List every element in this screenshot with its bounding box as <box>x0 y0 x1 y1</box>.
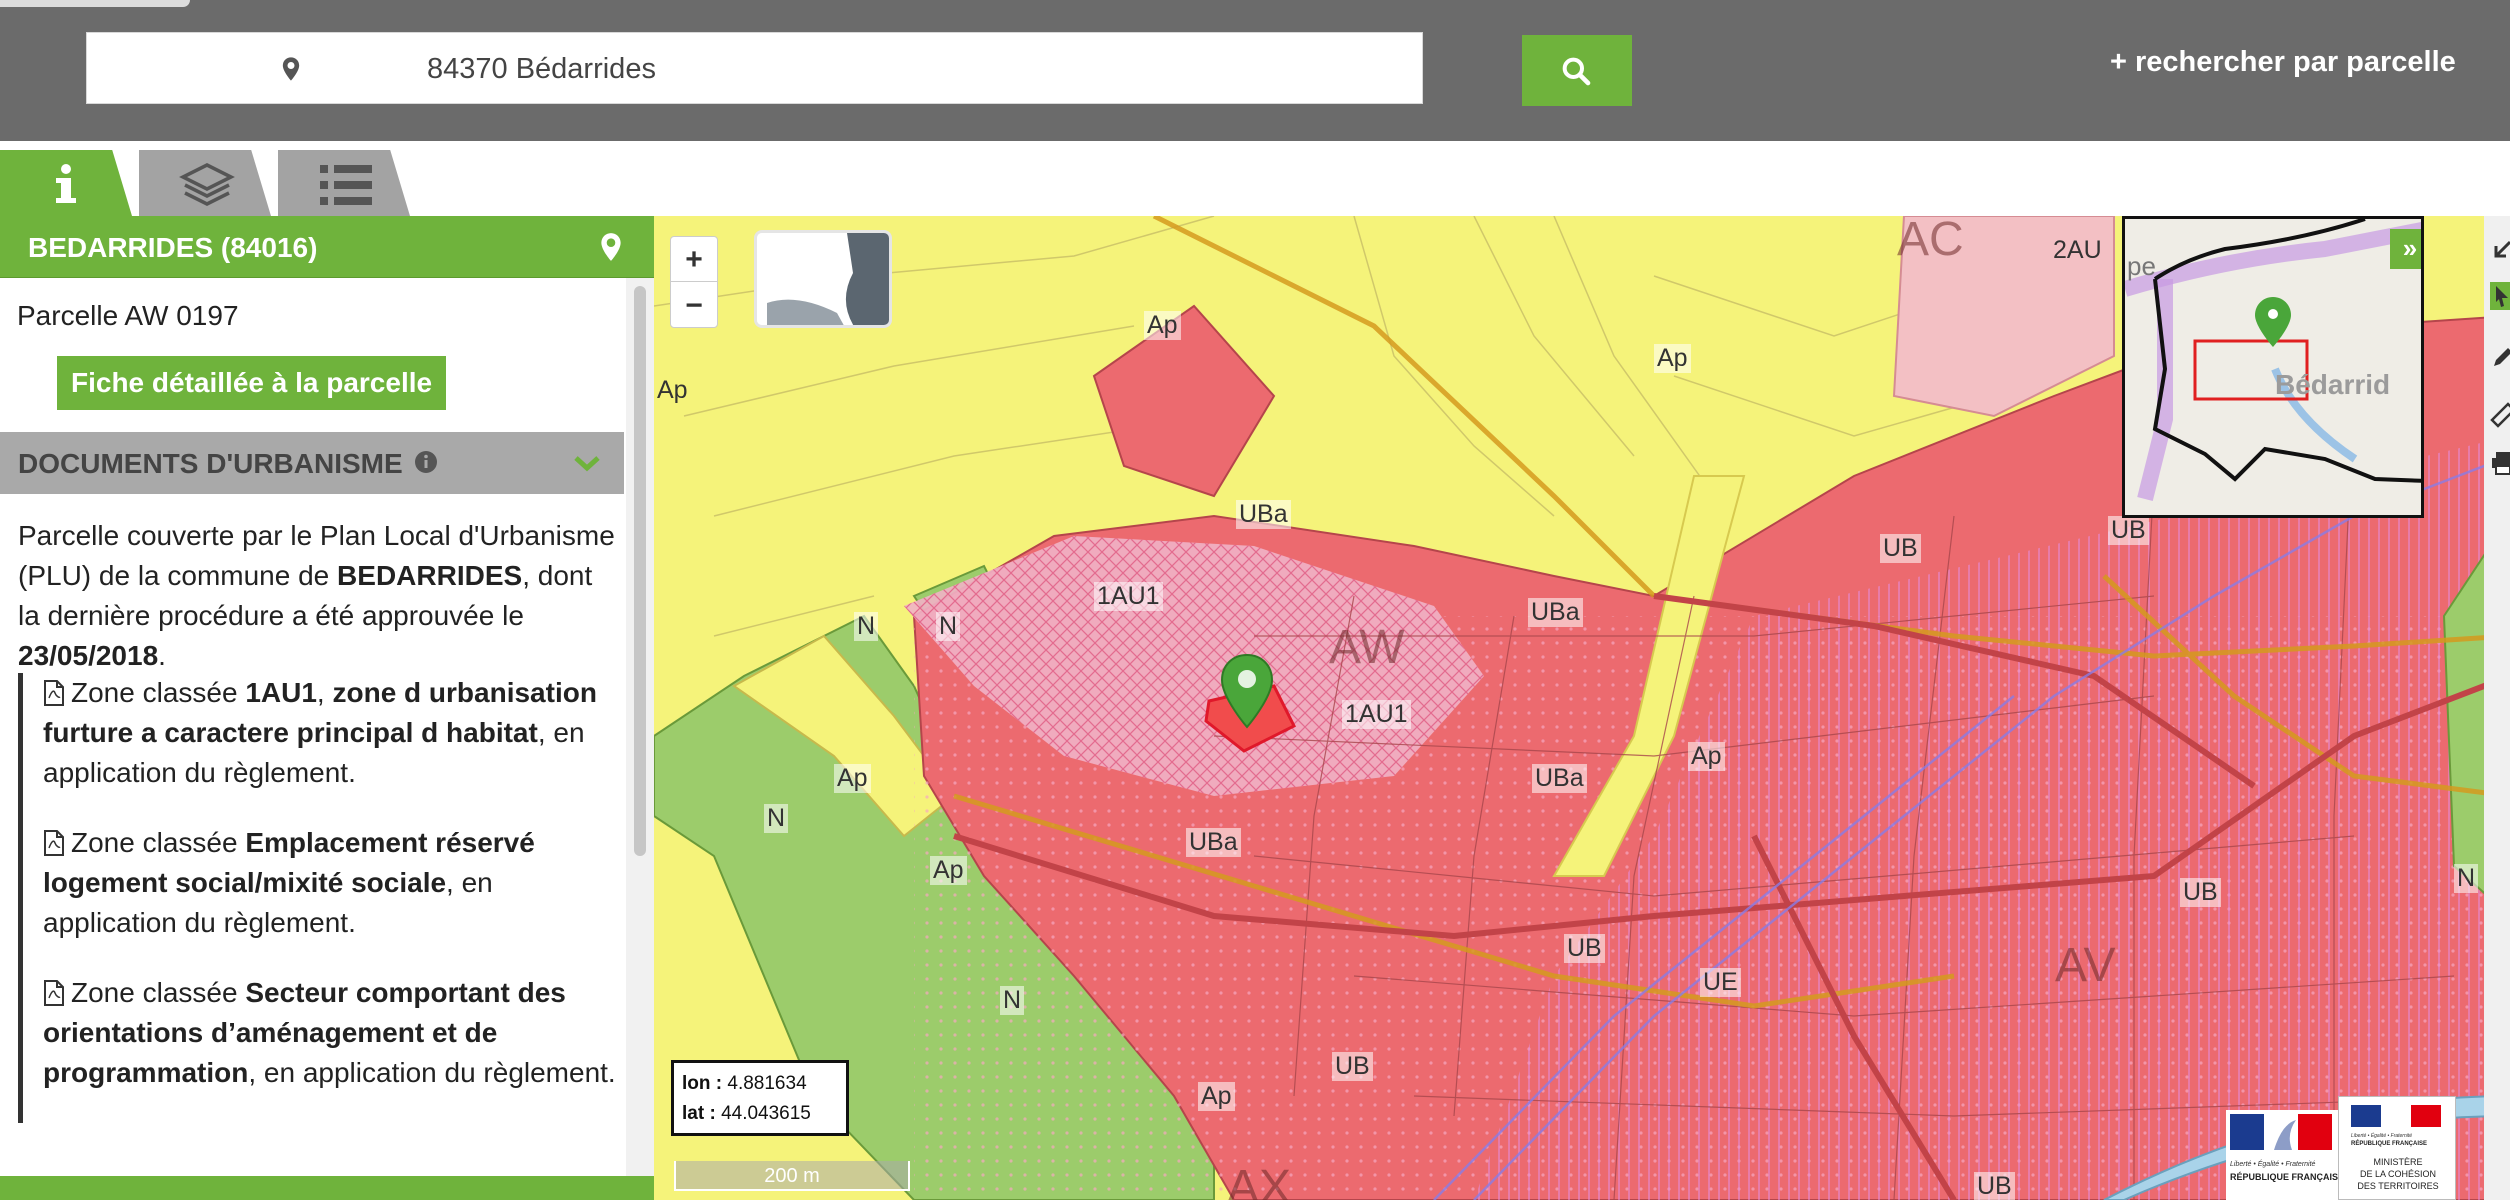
map-marker-icon <box>277 55 305 83</box>
latitude-value: 44.043615 <box>721 1103 811 1124</box>
zone-label-ub: UB <box>1564 934 1605 963</box>
minimap-collapse-button[interactable]: » <box>2390 229 2421 269</box>
zone-label-ap: Ap <box>930 856 967 885</box>
zone-label-n: N <box>764 804 789 833</box>
tab-info[interactable] <box>0 150 132 216</box>
zone-label-uba: UBa <box>1528 598 1583 627</box>
zone-label-ap: Ap <box>1654 344 1691 373</box>
zone-label-ue: UE <box>1700 968 1741 997</box>
info-panel: BEDARRIDES (84016) Parcelle AW 0197 Fich… <box>0 216 654 1200</box>
zone-label-n: N <box>1000 986 1025 1015</box>
longitude-value: 4.881634 <box>727 1073 807 1094</box>
zone-label-ap: Ap <box>657 376 688 404</box>
zoom-out-button[interactable]: − <box>671 283 717 328</box>
zoom-controls: + − <box>670 236 718 328</box>
urbanism-docs-header[interactable]: DOCUMENTS D'URBANISME <box>0 432 624 494</box>
ministere-logo-republique: RÉPUBLIQUE FRANÇAISE <box>2351 1139 2427 1147</box>
zone-label-ub: UB <box>1974 1172 2015 1200</box>
zone-label-uba: UBa <box>1532 764 1587 793</box>
parcel-id: Parcelle AW 0197 <box>17 300 239 331</box>
basemap-switcher[interactable] <box>754 230 892 328</box>
zone-list: Zone classée 1AU1, zone d urbanisation f… <box>18 673 622 1123</box>
ruler-icon[interactable] <box>2490 400 2510 428</box>
layers-icon <box>179 163 235 206</box>
zone-label-1au1: 1AU1 <box>1342 700 1411 729</box>
zone-label-n: N <box>854 612 879 641</box>
search-icon <box>1562 57 1591 86</box>
select-cursor-icon[interactable] <box>2490 282 2510 310</box>
zone-item[interactable]: Zone classée 1AU1, zone d urbanisation f… <box>43 673 622 793</box>
zone-label-ap: Ap <box>1688 742 1725 771</box>
commune-header: BEDARRIDES (84016) <box>0 216 654 278</box>
zone-label-uba: UBa <box>1236 500 1291 529</box>
print-icon[interactable] <box>2490 448 2510 476</box>
ministere-logo-line2: DE LA COHÉSION <box>2360 1169 2436 1179</box>
minimap-town-label: Bédarrid <box>2275 369 2391 400</box>
locate-icon[interactable] <box>598 232 624 267</box>
zone-label-uba: UBa <box>1186 828 1241 857</box>
zone-label-ub: UB <box>2108 516 2149 545</box>
republique-francaise-logo-name: RÉPUBLIQUE FRANÇAISE <box>2230 1172 2338 1182</box>
approval-date: 23/05/2018 <box>18 640 159 671</box>
collapse-arrow-icon[interactable] <box>2490 238 2510 266</box>
commune-title: BEDARRIDES (84016) <box>28 232 318 263</box>
zone-label-ap: Ap <box>1198 1082 1235 1111</box>
ministere-logo: Liberté • Égalité • Fraternité RÉPUBLIQU… <box>2338 1096 2456 1200</box>
zone-label-n: N <box>2454 864 2479 893</box>
search-button[interactable] <box>1522 35 1632 106</box>
list-icon <box>320 165 372 205</box>
zone-label-1au1: 1AU1 <box>1094 582 1163 611</box>
ministere-logo-line3: DES TERRITOIRES <box>2357 1181 2438 1191</box>
zone-label-ap: Ap <box>834 764 871 793</box>
zone-label-ub: UB <box>1332 1052 1373 1081</box>
map-view[interactable]: Ap Ap Ap Ap Ap Ap Ap UBa UBa UBa UBa 1AU… <box>654 216 2510 1200</box>
panel-footer-bar[interactable] <box>0 1176 654 1200</box>
government-logos: Liberté • Égalité • Fraternité RÉPUBLIQU… <box>2226 1096 2510 1200</box>
info-circle-icon[interactable] <box>414 450 438 479</box>
search-bar: + rechercher par parcelle <box>0 0 2510 141</box>
section-label-aw: AW <box>1329 621 1405 674</box>
panel-scrollbar-thumb[interactable] <box>634 286 646 856</box>
zone-item[interactable]: Zone classée Secteur comportant des orie… <box>43 973 622 1093</box>
commune-name: BEDARRIDES <box>337 560 523 591</box>
tab-legend[interactable] <box>278 150 410 216</box>
ministere-logo-motto: Liberté • Égalité • Fraternité <box>2351 1132 2412 1139</box>
zone-label-ub: UB <box>1880 534 1921 563</box>
info-icon <box>56 164 76 203</box>
detail-sheet-button[interactable]: Fiche détaillée à la parcelle <box>57 356 447 410</box>
scale-bar: 200 m <box>674 1161 910 1191</box>
zone-item[interactable]: Zone classée Emplacement réservé logemen… <box>43 823 622 943</box>
section-label-av: AV <box>2055 939 2116 992</box>
map-marker-icon[interactable] <box>1219 653 1275 731</box>
zone-label-ub: UB <box>2180 878 2221 907</box>
urbanism-docs-title: DOCUMENTS D'URBANISME <box>18 448 403 479</box>
pdf-file-icon[interactable] <box>43 830 65 856</box>
zone-label-2au: 2AU <box>2053 236 2102 264</box>
pdf-file-icon[interactable] <box>43 680 65 706</box>
minimap-label-pe: pe <box>2127 251 2156 281</box>
section-label-ax: AX <box>1227 1161 1292 1200</box>
coordinates-readout: lon : 4.881634 lat : 44.043615 <box>671 1060 849 1136</box>
republique-francaise-logo-motto: Liberté • Égalité • Fraternité <box>2230 1159 2316 1168</box>
search-box[interactable] <box>86 32 1423 104</box>
search-input[interactable] <box>427 43 1387 95</box>
overview-minimap[interactable]: pe Bédarrid » <box>2122 216 2424 518</box>
ministere-logo-line1: MINISTÈRE <box>2373 1157 2422 1167</box>
zoom-in-button[interactable]: + <box>671 237 717 282</box>
zone-label-ap: Ap <box>1144 311 1181 340</box>
pencil-icon[interactable] <box>2490 344 2510 372</box>
plu-description: Parcelle couverte par le Plan Local d'Ur… <box>18 520 615 671</box>
tab-layers[interactable] <box>139 150 271 216</box>
zone-label-n: N <box>936 612 961 641</box>
section-label-ac: AC <box>1897 216 1964 266</box>
parcel-search-link[interactable]: + rechercher par parcelle <box>2110 46 2456 79</box>
chevron-down-icon[interactable] <box>574 456 600 477</box>
pdf-file-icon[interactable] <box>43 980 65 1006</box>
browser-tab-stub <box>0 0 190 7</box>
republique-francaise-logo: Liberté • Égalité • Fraternité RÉPUBLIQU… <box>2226 1110 2344 1200</box>
